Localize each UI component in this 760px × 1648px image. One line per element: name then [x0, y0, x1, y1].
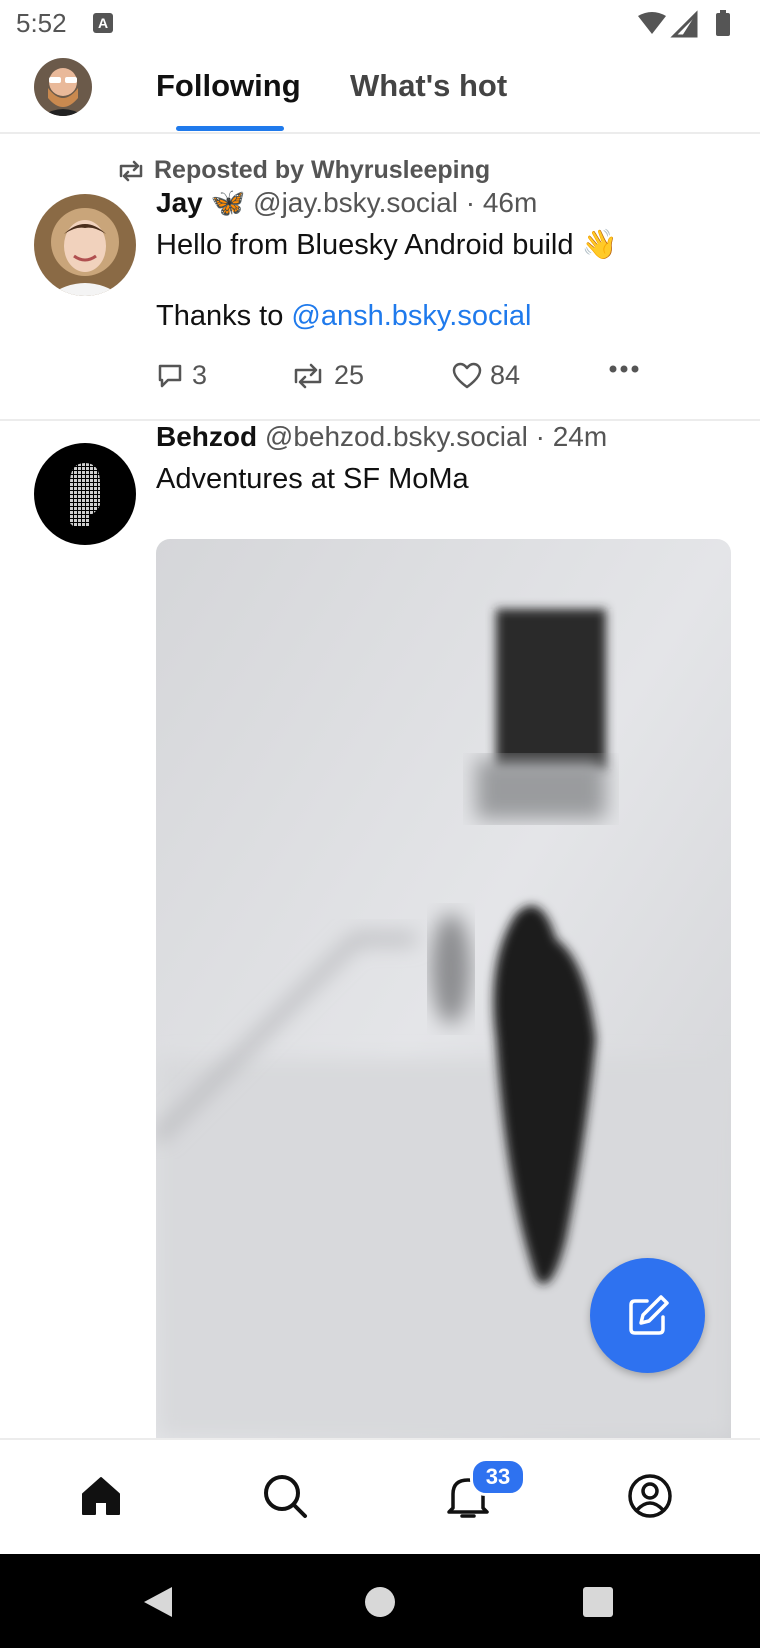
repost-indicator[interactable]: Reposted by Whyrusleeping [116, 156, 490, 185]
status-icons [638, 10, 730, 38]
post-meta: Behzod @behzod.bsky.social · 24m [156, 421, 607, 453]
tab-following[interactable]: Following [156, 68, 301, 104]
author-handle[interactable]: @jay.bsky.social [253, 187, 458, 218]
nav-search[interactable] [257, 1468, 313, 1524]
author-name[interactable]: Jay [156, 187, 203, 218]
repost-icon [119, 160, 143, 181]
nav-home[interactable] [73, 1468, 129, 1524]
reply-button[interactable]: 3 [156, 360, 207, 391]
repost-count: 25 [334, 360, 365, 390]
notifications-badge: 33 [470, 1458, 526, 1496]
recents-icon[interactable] [583, 1587, 613, 1617]
repost-icon [294, 363, 322, 388]
post-time: · 46m [465, 187, 538, 218]
author-emoji: 🦋 [210, 187, 246, 218]
like-button[interactable]: 84 [452, 360, 520, 391]
reply-icon [158, 364, 182, 387]
home-system-icon[interactable] [364, 1586, 396, 1618]
back-icon[interactable] [142, 1585, 174, 1619]
more-options-button[interactable] [608, 364, 640, 374]
post-text: Adventures at SF MoMa [156, 463, 469, 495]
reply-count: 3 [192, 360, 208, 390]
heart-icon [452, 362, 482, 388]
post-text-prefix: Thanks to [156, 300, 292, 332]
author-avatar[interactable] [34, 443, 136, 545]
notification-icon: A [93, 13, 113, 33]
repost-button[interactable]: 25 [290, 360, 364, 391]
post-time: · 24m [535, 421, 608, 452]
mention-link[interactable]: @ansh.bsky.social [291, 300, 531, 332]
search-icon [264, 1475, 307, 1518]
active-tab-indicator [176, 126, 284, 131]
my-avatar[interactable] [34, 58, 92, 116]
compose-icon [628, 1294, 669, 1335]
tab-whats-hot[interactable]: What's hot [350, 68, 507, 104]
status-time: 5:52 [16, 8, 67, 38]
repost-label: Reposted by Whyrusleeping [154, 156, 491, 184]
like-count: 84 [490, 360, 521, 390]
nav-profile[interactable] [622, 1468, 678, 1524]
more-icon [609, 365, 639, 373]
post-meta: Jay 🦋 @jay.bsky.social · 46m [156, 186, 537, 219]
post-text-line2: Thanks to @ansh.bsky.social [156, 300, 531, 333]
author-avatar[interactable] [34, 194, 136, 296]
author-name[interactable]: Behzod [156, 421, 257, 452]
compose-button[interactable] [590, 1258, 705, 1373]
feed-header: Following What's hot [0, 52, 760, 134]
post-text: Hello from Bluesky Android build 👋 [156, 229, 618, 261]
bottom-nav: 33 [0, 1438, 760, 1556]
home-icon [82, 1477, 120, 1515]
author-handle[interactable]: @behzod.bsky.social [265, 421, 528, 452]
post-actions: 3 25 84 [156, 360, 656, 400]
profile-icon [628, 1474, 672, 1518]
feed-post[interactable]: Reposted by Whyrusleeping Jay 🦋 @jay.bsk… [0, 134, 760, 421]
status-bar: 5:52 A [0, 0, 760, 50]
system-nav-bar [0, 1554, 760, 1648]
